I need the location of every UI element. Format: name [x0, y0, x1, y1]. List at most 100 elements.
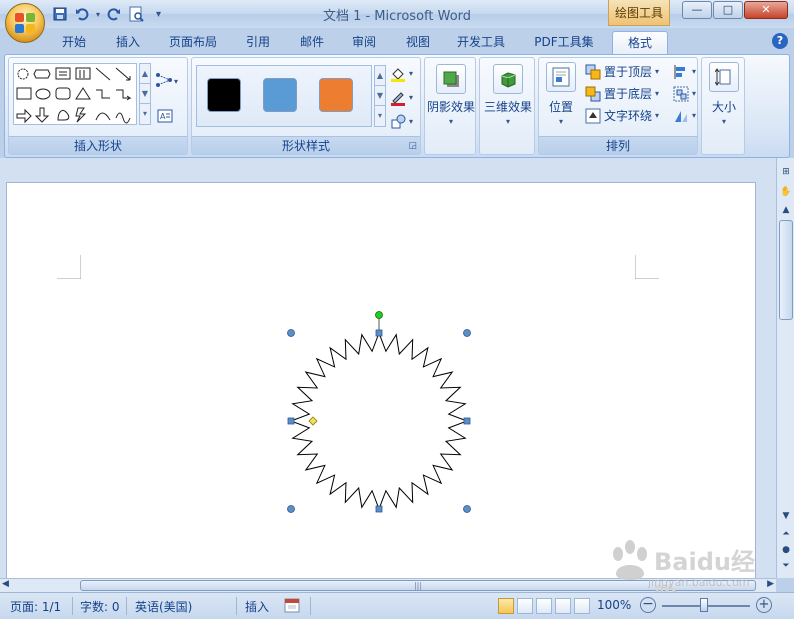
group-objects-button[interactable]: ▾ — [673, 84, 696, 104]
resize-handle-left[interactable] — [287, 417, 295, 425]
draft-view-button[interactable] — [574, 598, 590, 614]
edit-shape-icon[interactable]: ▾ — [155, 72, 179, 91]
close-button[interactable]: ✕ — [744, 1, 788, 19]
status-word-count[interactable]: 字数: 0 — [80, 598, 120, 615]
tab-developer[interactable]: 开发工具 — [448, 31, 514, 54]
baidu-paw-logo — [613, 540, 647, 580]
gallery-up-icon[interactable]: ▲ — [140, 64, 150, 84]
tab-mailings[interactable]: 邮件 — [290, 31, 334, 54]
svg-text:▾: ▾ — [174, 77, 178, 86]
style-down-icon[interactable]: ▼ — [375, 86, 385, 106]
window-title: 文档 1 - Microsoft Word — [322, 9, 472, 24]
tab-references[interactable]: 引用 — [236, 31, 280, 54]
bring-to-front-button[interactable]: 置于顶层 ▾ — [585, 62, 659, 82]
rotate-button[interactable]: ▾ — [673, 106, 696, 126]
tab-pdf-tools[interactable]: PDF工具集 — [526, 31, 602, 54]
full-screen-reading-view-button[interactable] — [517, 598, 533, 614]
group-arrange: 位置 ▾ 置于顶层 ▾ 置于底层 ▾ 文字环绕 ▾ ▾ ▾ ▾ 排列 — [538, 57, 698, 155]
change-shape-button[interactable]: ▾ — [390, 112, 413, 132]
status-page-count[interactable]: 页面: 1/1 — [10, 598, 61, 615]
rotate-icon — [673, 108, 689, 124]
zoom-level[interactable]: 100% — [597, 598, 631, 612]
web-layout-view-button[interactable] — [536, 598, 552, 614]
style-more-icon[interactable]: ▾ — [375, 106, 385, 126]
tab-format[interactable]: 格式 — [612, 31, 668, 54]
scroll-left-icon[interactable]: ◀ — [2, 579, 9, 589]
print-layout-view-button[interactable] — [498, 598, 514, 614]
watermark-url: jingyan.baidu.com — [648, 576, 750, 589]
hand-icon[interactable]: ✋ — [778, 184, 794, 200]
tab-home[interactable]: 开始 — [52, 31, 96, 54]
office-button[interactable] — [5, 3, 45, 43]
document-page[interactable] — [6, 182, 756, 582]
text-wrapping-button[interactable]: 文字环绕 ▾ — [585, 106, 659, 126]
ribbon: ▲ ▼ ▾ ▾ A 插入形状 ▲ ▼ ▾ ▾ ▾ ▾ 形状样式 ◲ 阴影效果 ▾… — [4, 54, 790, 158]
status-insert-mode[interactable]: 插入 — [245, 598, 269, 615]
ruler-toggle-icon[interactable]: ⊞ — [778, 164, 794, 180]
group-label-insert-shapes: 插入形状 — [9, 136, 187, 154]
3d-cube-icon — [493, 64, 523, 94]
resize-handle-bottom-left[interactable] — [287, 505, 295, 513]
gallery-down-icon[interactable]: ▼ — [140, 84, 150, 104]
help-icon[interactable]: ? — [772, 33, 788, 49]
previous-page-icon[interactable]: ⏶ — [778, 526, 794, 542]
zoom-out-icon[interactable]: − — [640, 597, 656, 613]
baidu-jingyan-watermark: Baidu经验 jingyan.baidu.com — [608, 530, 768, 611]
scroll-right-icon[interactable]: ▶ — [767, 579, 774, 589]
resize-handle-bottom-right[interactable] — [463, 505, 471, 513]
shape-style-gallery[interactable] — [196, 65, 372, 127]
text-box-icon[interactable]: A — [157, 108, 173, 127]
shape-gallery-scroll[interactable]: ▲ ▼ ▾ — [139, 63, 151, 125]
send-to-back-button[interactable]: 置于底层 ▾ — [585, 84, 659, 104]
position-label: 位置 — [548, 100, 573, 114]
maximize-button[interactable]: □ — [713, 1, 743, 19]
select-browse-object-icon[interactable]: ● — [778, 542, 794, 558]
shape-gallery-icons — [16, 67, 132, 124]
vertical-scroll-thumb[interactable] — [779, 220, 793, 320]
svg-text:A: A — [160, 112, 166, 121]
gallery-more-icon[interactable]: ▾ — [140, 104, 150, 124]
macro-record-icon[interactable] — [284, 598, 300, 613]
size-button[interactable]: 大小 ▾ — [702, 62, 746, 126]
resize-handle-top-right[interactable] — [463, 329, 471, 337]
style-up-icon[interactable]: ▲ — [375, 66, 385, 86]
position-button[interactable]: 位置 ▾ — [543, 62, 579, 126]
shape-outline-button[interactable]: ▾ — [390, 88, 413, 108]
resize-handle-top[interactable] — [375, 329, 383, 337]
status-language[interactable]: 英语(美国) — [135, 598, 192, 615]
dialog-launcher-icon[interactable]: ◲ — [408, 141, 417, 151]
scroll-down-icon[interactable]: ▼ — [778, 508, 794, 524]
tab-insert[interactable]: 插入 — [106, 31, 150, 54]
selected-shape[interactable] — [279, 309, 479, 519]
style-swatch-black[interactable] — [207, 78, 241, 112]
tab-view[interactable]: 视图 — [396, 31, 440, 54]
style-gallery-scroll[interactable]: ▲ ▼ ▾ — [374, 65, 386, 127]
minimize-button[interactable]: — — [682, 1, 712, 19]
outline-view-button[interactable] — [555, 598, 571, 614]
office-logo-icon — [15, 13, 35, 33]
scroll-up-icon[interactable]: ▲ — [778, 202, 794, 218]
size-icon — [709, 62, 739, 92]
zoom-in-icon[interactable]: + — [756, 597, 772, 613]
zoom-slider-thumb[interactable] — [700, 598, 708, 612]
group-shape-styles: ▲ ▼ ▾ ▾ ▾ ▾ 形状样式 ◲ — [191, 57, 421, 155]
3d-effects-button[interactable]: 三维效果 ▾ — [480, 64, 536, 126]
size-label: 大小 — [711, 100, 736, 114]
tab-review[interactable]: 审阅 — [342, 31, 386, 54]
next-page-icon[interactable]: ⏷ — [778, 558, 794, 574]
rotate-handle[interactable] — [375, 311, 383, 319]
paint-bucket-icon — [390, 66, 406, 82]
shape-fill-button[interactable]: ▾ — [390, 64, 413, 84]
window-controls: — □ ✕ — [682, 1, 788, 19]
status-bar: 页面: 1/1 字数: 0 英语(美国) 插入 100% − + — [0, 592, 794, 619]
resize-handle-right[interactable] — [463, 417, 471, 425]
style-swatch-orange[interactable] — [319, 78, 353, 112]
resize-handle-bottom[interactable] — [375, 505, 383, 513]
tab-page-layout[interactable]: 页面布局 — [160, 31, 226, 54]
style-swatch-blue[interactable] — [263, 78, 297, 112]
align-button[interactable]: ▾ — [673, 62, 696, 82]
resize-handle-top-left[interactable] — [287, 329, 295, 337]
shape-gallery[interactable] — [13, 63, 137, 125]
shadow-effects-button[interactable]: 阴影效果 ▾ — [425, 64, 477, 126]
vertical-scrollbar[interactable]: ⊞ ✋ ▲ ▼ ⏶ ● ⏷ — [776, 158, 794, 578]
